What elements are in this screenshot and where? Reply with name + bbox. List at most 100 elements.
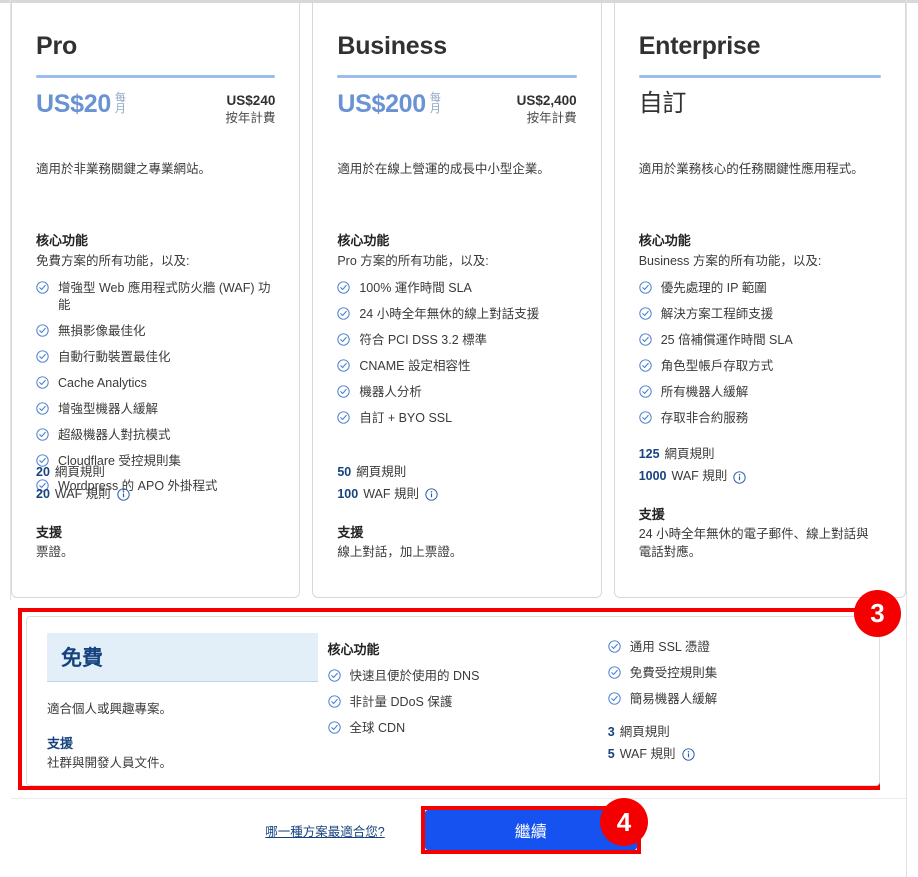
plan-annual-note: 按年計費 <box>225 110 276 125</box>
check-circle-icon <box>639 411 652 424</box>
support-text: 票證。 <box>36 544 74 559</box>
feature-label: 自動行動裝置最佳化 <box>58 350 171 364</box>
feature-label: 解決方案工程師支援 <box>660 307 774 322</box>
right-divider <box>906 0 907 877</box>
check-circle-icon <box>36 427 49 441</box>
support-title: 支援 <box>337 524 364 540</box>
plan-card-business[interactable]: Business US$200 每月 US$2,400 按年計費 適用於在線上營… <box>312 3 602 598</box>
feature-item: 100% 運作時間 SLA <box>337 280 576 297</box>
plan-price-period: 每月 <box>114 91 126 116</box>
plan-price-row: US$20 每月 US$240 按年計費 <box>36 90 275 134</box>
page-rules-line: 125 網頁規則 <box>639 444 881 466</box>
check-circle-icon <box>36 350 49 363</box>
plan-cards-row: Pro US$20 每月 US$240 按年計費 適用於非業務關鍵之專業網站。 … <box>11 3 906 598</box>
free-plan-summary-column: 免費 適合個人或興趣專案。 支援 社群與開發人員文件。 <box>47 633 328 785</box>
plan-price-row: 自訂 <box>639 90 881 134</box>
check-circle-icon <box>327 669 341 682</box>
info-icon[interactable] <box>117 488 130 501</box>
free-plan-features-column-2: 通用 SSL 憑證 免費受控規則集 簡易機器人緩解 3 網頁規則 5 WAF 規… <box>608 633 859 785</box>
feature-item: 全球 CDN <box>327 720 608 737</box>
waf-rules-count: 1000 <box>638 469 667 484</box>
feature-label: 非計量 DDoS 保護 <box>349 694 453 709</box>
waf-rules-label: WAF 規則 <box>54 486 111 501</box>
waf-rules-label: WAF 規則 <box>671 469 728 484</box>
feature-item: 所有機器人緩解 <box>639 384 881 401</box>
info-icon[interactable] <box>425 488 438 501</box>
plan-divider <box>638 74 881 78</box>
page-rules-count: 3 <box>607 724 615 739</box>
check-circle-icon <box>639 359 652 372</box>
page-rules-label: 網頁規則 <box>664 447 715 462</box>
plan-name: 免費 <box>61 647 103 670</box>
plan-feature-list: 優先處理的 IP 範圍 解決方案工程師支援 25 倍補償運作時間 SLA 角色型… <box>639 280 881 426</box>
free-plan-divider <box>47 681 318 682</box>
feature-item: 符合 PCI DSS 3.2 標準 <box>337 332 576 349</box>
plan-features-title: 核心功能 <box>638 233 691 249</box>
feature-label: 優先處理的 IP 範圍 <box>660 281 767 296</box>
info-icon[interactable] <box>681 748 695 761</box>
support-text: 線上對話，加上票證。 <box>337 544 463 559</box>
plan-features-title: 核心功能 <box>327 642 380 657</box>
feature-label: 全球 CDN <box>349 720 406 735</box>
check-circle-icon <box>639 281 652 295</box>
feature-label: 25 倍補償運作時間 SLA <box>660 333 793 348</box>
free-plan-header: 免費 <box>47 633 318 681</box>
check-circle-icon <box>36 324 49 337</box>
check-circle-icon <box>337 307 351 320</box>
plan-card-enterprise[interactable]: Enterprise 自訂 適用於業務核心的任務關鍵性應用程式。 核心功能 Bu… <box>613 3 906 598</box>
page-rules-count: 20 <box>36 464 50 479</box>
plan-description: 適用於非業務關鍵之專業網站。 <box>36 161 212 176</box>
check-circle-icon <box>327 695 341 708</box>
which-plan-help-link[interactable]: 哪一種方案最適合您? <box>265 821 384 840</box>
plan-features-title: 核心功能 <box>337 233 390 249</box>
plan-annual-price: US$2,400 <box>516 92 577 108</box>
plan-price-row: US$200 每月 US$2,400 按年計費 <box>337 90 576 134</box>
check-circle-icon <box>36 376 49 389</box>
info-icon[interactable] <box>733 470 746 484</box>
feature-item: 自訂 + BYO SSL <box>337 410 576 427</box>
feature-item: 存取非合約服務 <box>639 410 881 427</box>
feature-label: 簡易機器人緩解 <box>629 691 718 706</box>
feature-label: 無損影像最佳化 <box>58 324 146 339</box>
plan-price: US$20 <box>36 89 111 118</box>
plan-divider <box>36 74 276 78</box>
feature-item: 角色型帳戶存取方式 <box>639 358 881 375</box>
check-circle-icon <box>608 640 621 653</box>
page-rules-line: 50 網頁規則 <box>337 462 576 484</box>
footer-divider <box>11 798 906 799</box>
feature-item: 無損影像最佳化 <box>36 323 275 340</box>
plan-price: US$200 <box>337 89 426 118</box>
feature-label: 角色型帳戶存取方式 <box>660 359 774 373</box>
feature-item: 通用 SSL 憑證 <box>608 639 859 656</box>
check-circle-icon <box>36 281 49 295</box>
plan-card-pro[interactable]: Pro US$20 每月 US$240 按年計費 適用於非業務關鍵之專業網站。 … <box>11 3 301 598</box>
check-circle-icon <box>639 385 652 398</box>
feature-item: 解決方案工程師支援 <box>639 306 881 323</box>
plan-feature-list: 快速且便於使用的 DNS 非計量 DDoS 保護 全球 CDN <box>327 668 608 737</box>
plan-name: Pro <box>36 32 78 60</box>
feature-label: 機器人分析 <box>359 384 422 399</box>
check-circle-icon <box>337 411 351 424</box>
page-rules-label: 網頁規則 <box>619 724 670 739</box>
check-circle-icon <box>639 307 652 320</box>
feature-label: 存取非合約服務 <box>660 410 749 425</box>
plan-description: 適用於在線上營運的成長中小型企業。 <box>337 161 550 176</box>
plan-annual-price: US$240 <box>226 92 276 108</box>
plan-card-free[interactable]: 免費 適合個人或興趣專案。 支援 社群與開發人員文件。 核心功能 快速且便於使用… <box>26 616 880 786</box>
feature-item: 增強型 Web 應用程式防火牆 (WAF) 功能 <box>36 280 275 314</box>
free-plan-highlight-box: 免費 適合個人或興趣專案。 支援 社群與開發人員文件。 核心功能 快速且便於使用… <box>18 608 880 790</box>
page-rules-line: 20 網頁規則 <box>36 462 275 484</box>
support-title: 支援 <box>47 735 74 751</box>
feature-item: 非計量 DDoS 保護 <box>327 694 608 711</box>
plan-price: 自訂 <box>638 89 687 117</box>
feature-label: 快速且便於使用的 DNS <box>349 669 480 683</box>
page-rules-label: 網頁規則 <box>356 464 407 479</box>
feature-label: 增強型機器人緩解 <box>58 401 159 416</box>
plan-features-subtitle: Pro 方案的所有功能，以及: <box>337 254 489 269</box>
feature-label: 免費受控規則集 <box>629 665 718 680</box>
check-circle-icon <box>337 359 351 372</box>
feature-label: Cache Analytics <box>58 375 147 390</box>
waf-rules-count: 100 <box>337 486 359 501</box>
feature-item: 免費受控規則集 <box>608 665 859 682</box>
feature-item: 24 小時全年無休的線上對話支援 <box>337 306 576 323</box>
